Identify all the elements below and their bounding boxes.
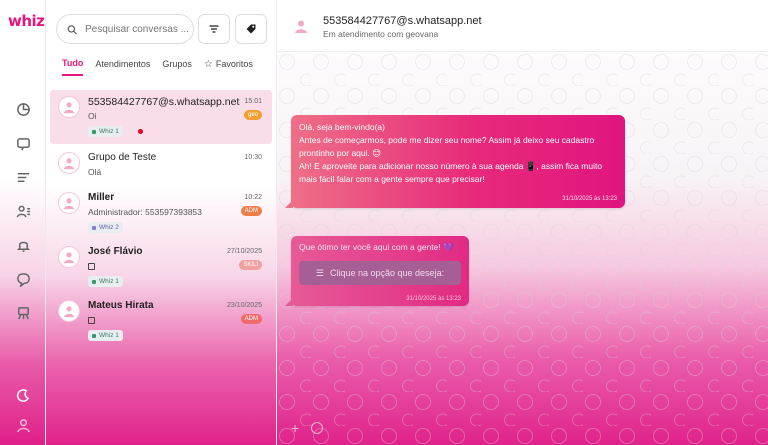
conversation-preview: Oi <box>88 111 97 121</box>
document-icon <box>88 263 95 271</box>
chat-panel: 553584427767@s.whatsapp.net Em atendimen… <box>277 0 768 445</box>
conversation-preview <box>88 261 95 271</box>
conversation-item[interactable]: 553584427767@s.whatsapp.net Oi 15:01 geo… <box>50 90 272 144</box>
message-text: Olá, seja bem-vindo(a) <box>299 122 385 132</box>
bell-icon[interactable] <box>14 236 32 254</box>
star-icon: ☆ <box>203 58 213 70</box>
channel-tag-label: Whiz 1 <box>99 278 119 285</box>
conversation-preview: Olá <box>88 167 102 177</box>
contacts-icon[interactable] <box>14 202 32 220</box>
options-button-label: Clique na opção que deseja: <box>329 268 445 278</box>
menu-icon: ☰ <box>315 267 324 278</box>
conversation-name: 553584427767@s.whatsapp.net <box>88 96 240 108</box>
avatar <box>58 192 80 214</box>
message-bubble: Que ótimo ter você aqui com a gente! 💜 ☰… <box>285 236 469 306</box>
conversation-name: José Flávio <box>88 246 143 257</box>
tab-all[interactable]: Tudo <box>62 58 84 76</box>
tab-groups[interactable]: Grupos <box>162 58 192 76</box>
person-icon <box>295 20 307 33</box>
channel-tag: Whiz 1 <box>88 276 123 287</box>
channel-tag: Whiz 1 <box>88 126 123 137</box>
nav-rail: whiz <box>0 0 46 445</box>
avatar[interactable] <box>291 16 311 36</box>
agent-badge: SKILI <box>239 260 262 270</box>
user-icon[interactable] <box>14 416 32 434</box>
person-icon <box>63 198 75 210</box>
conversation-name: Miller <box>88 192 115 203</box>
chat-title: 553584427767@s.whatsapp.net <box>323 15 482 27</box>
conversation-name: Mateus Hirata <box>88 300 154 311</box>
tab-favorites[interactable]: ☆ Favoritos <box>204 58 253 76</box>
person-icon <box>63 102 75 114</box>
message-timestamp: 31/10/2025 às 13:23 <box>562 196 617 202</box>
person-icon <box>63 306 75 318</box>
message-text: Antes de começarmos, pode me dizer seu n… <box>299 135 595 145</box>
agent-badge: ADM <box>240 314 262 324</box>
app-window: whiz Pesquisar conversas ... Tudo Atendi… <box>0 0 768 445</box>
unread-dot <box>138 129 143 134</box>
conversation-list-panel: Tudo Atendimentos Grupos ☆ Favoritos 553… <box>46 0 277 445</box>
chat-icon[interactable] <box>14 134 32 152</box>
search-input[interactable] <box>85 23 193 35</box>
message-text: Que ótimo ter você aqui com a gente! 💜 <box>299 242 454 252</box>
message-bubble: Olá, seja bem-vindo(a) Antes de começarm… <box>285 115 625 208</box>
emoji-icon[interactable] <box>311 421 324 434</box>
conversation-preview <box>88 315 95 325</box>
tab-attendances[interactable]: Atendimentos <box>95 58 150 76</box>
document-icon <box>88 317 95 325</box>
moon-icon[interactable] <box>14 386 32 404</box>
broadcast-icon[interactable] <box>14 304 32 322</box>
tab-favorites-label: Favoritos <box>215 59 253 69</box>
chat-subtitle: Em atendimento com geovana <box>323 29 439 39</box>
conversation-time: 15:01 <box>244 98 262 105</box>
list-icon[interactable] <box>14 168 32 186</box>
conversation-time: 23/10/2025 <box>226 302 262 309</box>
conversation-preview: Administrador: 553597393853 <box>88 207 202 217</box>
search-box[interactable] <box>56 14 194 44</box>
avatar <box>58 300 80 322</box>
person-icon <box>63 158 75 170</box>
conversation-item[interactable]: José Flávio 27/10/2025 SKILI Whiz 1 <box>50 240 272 292</box>
conversation-time: 10:22 <box>244 194 262 201</box>
conversation-tabs: Tudo Atendimentos Grupos ☆ Favoritos <box>62 58 265 76</box>
filter-icon <box>209 25 219 33</box>
message-composer: + <box>277 410 768 445</box>
conversation-item[interactable]: Miller Administrador: 553597393853 10:22… <box>50 186 272 238</box>
filter-button[interactable] <box>198 14 230 44</box>
options-button[interactable]: ☰ Clique na opção que deseja: <box>299 261 461 285</box>
message-text: mais fácil falar com a gente sempre que … <box>299 174 485 184</box>
message-text: prontinho por aqui. 😊 <box>299 148 382 158</box>
message-timestamp: 31/10/2025 às 13:23 <box>406 296 461 302</box>
message-text: Ah! E aproveite para adicionar nosso núm… <box>299 161 603 171</box>
conversation-name: Grupo de Teste <box>88 152 157 163</box>
channel-tag: Whiz 2 <box>88 222 123 233</box>
dashboard-icon[interactable] <box>14 100 32 118</box>
plus-icon[interactable]: + <box>291 420 299 436</box>
tag-button[interactable] <box>235 14 267 44</box>
search-icon <box>67 24 77 34</box>
channel-tag-label: Whiz 2 <box>99 224 119 231</box>
avatar <box>58 96 80 118</box>
channel-tag-label: Whiz 1 <box>99 128 119 135</box>
tag-icon <box>246 24 256 34</box>
conversation-item[interactable]: Mateus Hirata 23/10/2025 ADM Whiz 1 <box>50 294 272 346</box>
chat-header: 553584427767@s.whatsapp.net Em atendimen… <box>277 0 768 52</box>
conversation-time: 10:30 <box>244 154 262 161</box>
avatar <box>58 246 80 268</box>
channel-tag: Whiz 1 <box>88 330 123 341</box>
agent-badge: geo <box>243 110 262 120</box>
conversation-time: 27/10/2025 <box>226 248 262 255</box>
agent-badge: ADM <box>240 206 262 216</box>
person-icon <box>63 252 75 264</box>
channel-tag-label: Whiz 1 <box>99 332 119 339</box>
whiz-logo[interactable]: whiz <box>8 12 45 30</box>
avatar <box>58 152 80 174</box>
message-icon[interactable] <box>14 270 32 288</box>
